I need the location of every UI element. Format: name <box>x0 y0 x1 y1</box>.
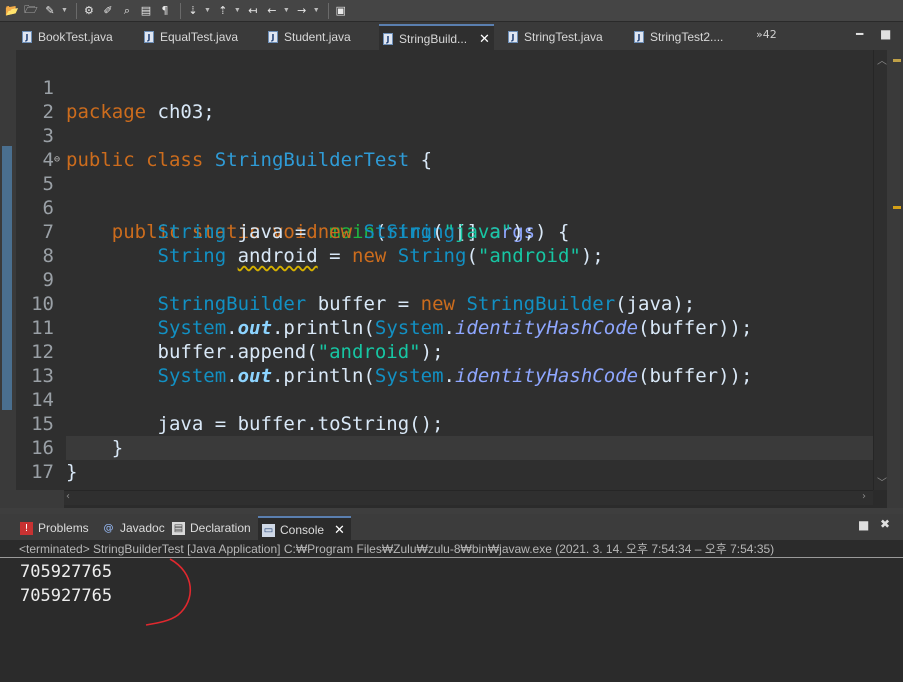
view-tab-bar: ! Problems @ Javadoc ▤ Declaration ▭ Con… <box>0 514 903 542</box>
edit-icon[interactable]: ✐ <box>100 3 116 19</box>
scroll-left-icon[interactable]: ‹ <box>66 491 70 502</box>
declaration-icon: ▤ <box>172 521 185 535</box>
overview-ruler <box>887 50 903 508</box>
last-edit-icon[interactable]: ↤ <box>245 3 261 19</box>
java-file-icon: J <box>22 31 32 43</box>
close-view-icon[interactable]: ✖ <box>880 517 890 531</box>
main-toolbar: 📂 🗁 ✎ ▼ ⚙ ✐ ⌕ ▤ ¶ ⇣ ▼ ⇡ ▼ ↤ ← ▼ → ▼ ▣ <box>0 0 903 22</box>
tab-label: BookTest.java <box>38 30 113 44</box>
tab-stringtest[interactable]: J StringTest.java <box>508 26 603 48</box>
fold-toggle-icon[interactable]: ⊖ <box>54 148 60 172</box>
scroll-right-icon[interactable]: › <box>862 491 866 502</box>
maximize-icon[interactable]: ■ <box>880 27 891 41</box>
console-icon: ▭ <box>262 523 275 537</box>
back-icon[interactable]: ← <box>264 3 280 19</box>
code-line: 14 java = buffer.toString(); <box>16 364 873 435</box>
code-line: 17 <box>16 436 873 483</box>
code-line: 1 package ch03; <box>16 52 873 123</box>
search-icon[interactable]: ⌕ <box>119 3 135 19</box>
line-number: 17 <box>31 461 54 483</box>
code-line: 12 System.out.println(System.identityHas… <box>16 316 873 387</box>
java-file-icon: J <box>268 31 278 43</box>
tab-stringtest2[interactable]: J StringTest2.... <box>634 26 723 48</box>
overview-marker[interactable] <box>893 59 901 62</box>
console-status: <terminated> StringBuilderTest [Java App… <box>0 540 903 558</box>
minimize-icon[interactable]: ━ <box>856 27 863 41</box>
tab-declaration[interactable]: ▤ Declaration <box>172 518 251 538</box>
code-line: 16 } <box>16 412 873 483</box>
tab-stringbuildertest[interactable]: J StringBuild... ✕ <box>379 24 494 52</box>
java-file-icon: J <box>508 31 518 43</box>
code-line: 8 <box>16 220 873 267</box>
tab-problems[interactable]: ! Problems <box>20 518 89 538</box>
horizontal-scrollbar[interactable]: ‹ › <box>64 490 873 505</box>
editor-corner <box>16 490 64 508</box>
task-icon[interactable]: ▣ <box>333 3 349 19</box>
code-line: 2 <box>16 76 873 123</box>
console-line: 705927765 <box>20 562 113 582</box>
problems-icon: ! <box>20 521 33 535</box>
tab-label: Student.java <box>284 30 351 44</box>
javadoc-icon: @ <box>103 522 114 534</box>
next-annotation-icon[interactable]: ⇣ <box>185 3 201 19</box>
overview-warning-marker[interactable] <box>893 206 901 209</box>
forward-icon[interactable]: → <box>294 3 310 19</box>
java-file-icon: J <box>144 31 154 43</box>
tab-overflow-button[interactable]: »42 <box>756 28 777 41</box>
code-line: 7 String android = new String("android")… <box>16 196 873 267</box>
tab-booktest[interactable]: J BookTest.java <box>22 26 113 48</box>
tab-label: Problems <box>38 521 89 535</box>
code-line: 15 } <box>16 388 873 459</box>
tab-label: Declaration <box>190 521 251 535</box>
code-line: 3 public class StringBuilderTest { <box>16 100 873 171</box>
java-file-icon: J <box>383 33 393 45</box>
minimize-view-icon[interactable]: ■ <box>858 518 869 532</box>
code-editor[interactable]: 1 package ch03; 2 3 public class StringB… <box>16 50 873 490</box>
tab-label: StringTest.java <box>524 30 603 44</box>
prev-annotation-icon[interactable]: ⇡ <box>215 3 231 19</box>
code-text: } <box>66 461 78 483</box>
brush-icon[interactable]: ✎ <box>42 3 58 19</box>
code-line: 5 ⊖ public static void main(String[] arg… <box>16 148 873 243</box>
tab-label: Console <box>280 523 325 537</box>
code-line: 10 System.out.println(System.identityHas… <box>16 268 873 339</box>
tab-student[interactable]: J Student.java <box>268 26 351 48</box>
red-annotation-stroke <box>145 558 192 626</box>
new-folder-icon[interactable]: 🗁 <box>23 3 39 19</box>
selected-block-marker <box>2 146 12 410</box>
console-line: 705927765 <box>20 586 113 606</box>
scroll-down-icon[interactable]: ﹀ <box>877 474 887 489</box>
console-output[interactable]: 705927765 705927765 <box>0 558 903 682</box>
tab-label: EqualTest.java <box>160 30 239 44</box>
tab-label: Javadoc <box>120 521 165 535</box>
tab-javadoc[interactable]: @ Javadoc <box>102 518 165 538</box>
vertical-scrollbar[interactable]: ︿ ﹀ <box>873 50 888 490</box>
close-icon[interactable]: ✕ <box>479 32 490 47</box>
build-icon[interactable]: ▤ <box>138 3 154 19</box>
tab-console[interactable]: ▭ Console ✕ <box>258 516 351 542</box>
code-line: 11 buffer.append("android"); <box>16 292 873 363</box>
scroll-up-icon[interactable]: ︿ <box>877 52 887 67</box>
code-line: 13 <box>16 340 873 387</box>
tab-label: StringBuild... <box>399 32 468 46</box>
java-file-icon: J <box>634 31 644 43</box>
tab-equaltest[interactable]: J EqualTest.java <box>144 26 238 48</box>
close-icon[interactable]: ✕ <box>334 523 345 538</box>
open-icon[interactable]: 📂 <box>4 3 20 19</box>
debug-icon[interactable]: ⚙ <box>81 3 97 19</box>
pilcrow-icon[interactable]: ¶ <box>157 3 173 19</box>
code-line: 9 StringBuilder buffer = new StringBuild… <box>16 244 873 315</box>
tab-label: StringTest2.... <box>650 30 724 44</box>
code-line: 4 <box>16 124 873 171</box>
code-line: 6 String java = new String("java"); <box>16 172 873 243</box>
